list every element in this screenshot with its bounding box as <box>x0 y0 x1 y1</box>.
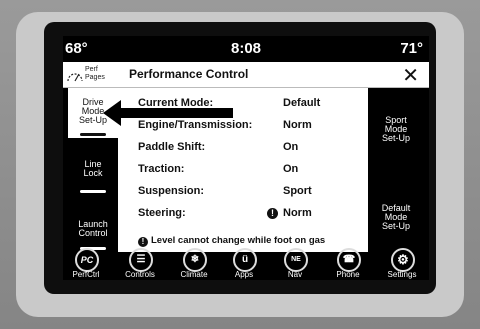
apps-icon: ü <box>233 248 257 272</box>
phone-icon: ☎ <box>337 248 361 272</box>
dock-label: Apps <box>234 270 254 279</box>
perfctrl-icon: PC <box>75 248 99 272</box>
line-lock-button[interactable]: Line Lock <box>68 143 118 195</box>
bottom-dock: PC PerfCtrl ☰ Controls ❄ Climate ü Apps … <box>63 248 429 280</box>
touchscreen: 68° 8:08 71° Perf Pages Performance Cont… <box>63 36 429 280</box>
launch-control-line2: Control <box>78 228 108 238</box>
callout-arrow-icon <box>103 100 233 126</box>
setting-label: Paddle Shift: <box>138 141 206 153</box>
button-indicator <box>80 190 106 193</box>
default-mode-line3: Set-Up <box>381 221 410 231</box>
setting-value: On <box>283 141 299 153</box>
page-title: Performance Control <box>129 67 249 81</box>
dock-controls[interactable]: ☰ Controls <box>115 248 165 280</box>
temp-right[interactable]: 71° <box>400 40 423 57</box>
warning-note: ! Level cannot change while foot on gas <box>138 235 325 247</box>
page-header: Perf Pages Performance Control ✕ <box>63 62 429 88</box>
perf-pages-label-1: Perf <box>85 66 98 73</box>
climate-icon: ❄ <box>183 248 207 272</box>
dock-label: Settings <box>387 270 417 279</box>
clock: 8:08 <box>230 40 262 57</box>
sport-mode-setup-button[interactable]: Sport Mode Set-Up <box>368 88 424 172</box>
setting-label: Traction: <box>138 163 185 175</box>
dock-settings[interactable]: ⚙ Settings <box>377 248 427 280</box>
dock-label: Controls <box>125 270 155 279</box>
status-bar: 68° 8:08 71° <box>63 36 429 60</box>
setting-value: Norm <box>283 207 312 219</box>
dock-label: Climate <box>180 270 208 279</box>
setting-label: Steering: <box>138 207 186 219</box>
setting-value: Default <box>283 97 321 109</box>
dock-phone[interactable]: ☎ Phone <box>325 248 371 280</box>
settings-gear-icon: ⚙ <box>391 248 415 272</box>
setting-label: Suspension: <box>138 185 205 197</box>
close-icon[interactable]: ✕ <box>402 63 419 88</box>
dock-label: Phone <box>336 270 360 279</box>
dock-label: PerfCtrl <box>72 270 100 279</box>
line-lock-line2: Lock <box>83 168 103 178</box>
dock-label: Nav <box>287 270 303 279</box>
launch-control-button[interactable]: Launch Control <box>68 200 118 252</box>
setting-value: On <box>283 163 299 175</box>
dock-nav[interactable]: NE Nav <box>273 248 317 280</box>
setting-row-steering: Steering: ! Norm <box>138 205 368 223</box>
controls-icon: ☰ <box>129 248 153 272</box>
default-mode-setup-button[interactable]: Default Mode Set-Up <box>368 176 424 252</box>
warning-icon: ! <box>138 237 148 247</box>
setting-row-paddle-shift: Paddle Shift: On <box>138 139 368 157</box>
gauge-icon <box>67 73 83 82</box>
setting-value: Sport <box>283 185 312 197</box>
dock-climate[interactable]: ❄ Climate <box>170 248 218 280</box>
perf-pages-label-2: Pages <box>85 74 105 81</box>
warning-note-text: Level cannot change while foot on gas <box>151 235 326 246</box>
warning-icon: ! <box>267 208 278 219</box>
active-indicator <box>80 133 106 136</box>
dock-apps[interactable]: ü Apps <box>223 248 265 280</box>
setting-value: Norm <box>283 119 312 131</box>
sport-mode-line3: Set-Up <box>381 133 410 143</box>
dock-perfctrl[interactable]: PC PerfCtrl <box>63 248 109 280</box>
setting-row-traction: Traction: On <box>138 161 368 179</box>
nav-compass-icon: NE <box>284 248 308 272</box>
setting-row-suspension: Suspension: Sport <box>138 183 368 201</box>
perf-pages-button[interactable]: Perf Pages <box>66 65 116 84</box>
